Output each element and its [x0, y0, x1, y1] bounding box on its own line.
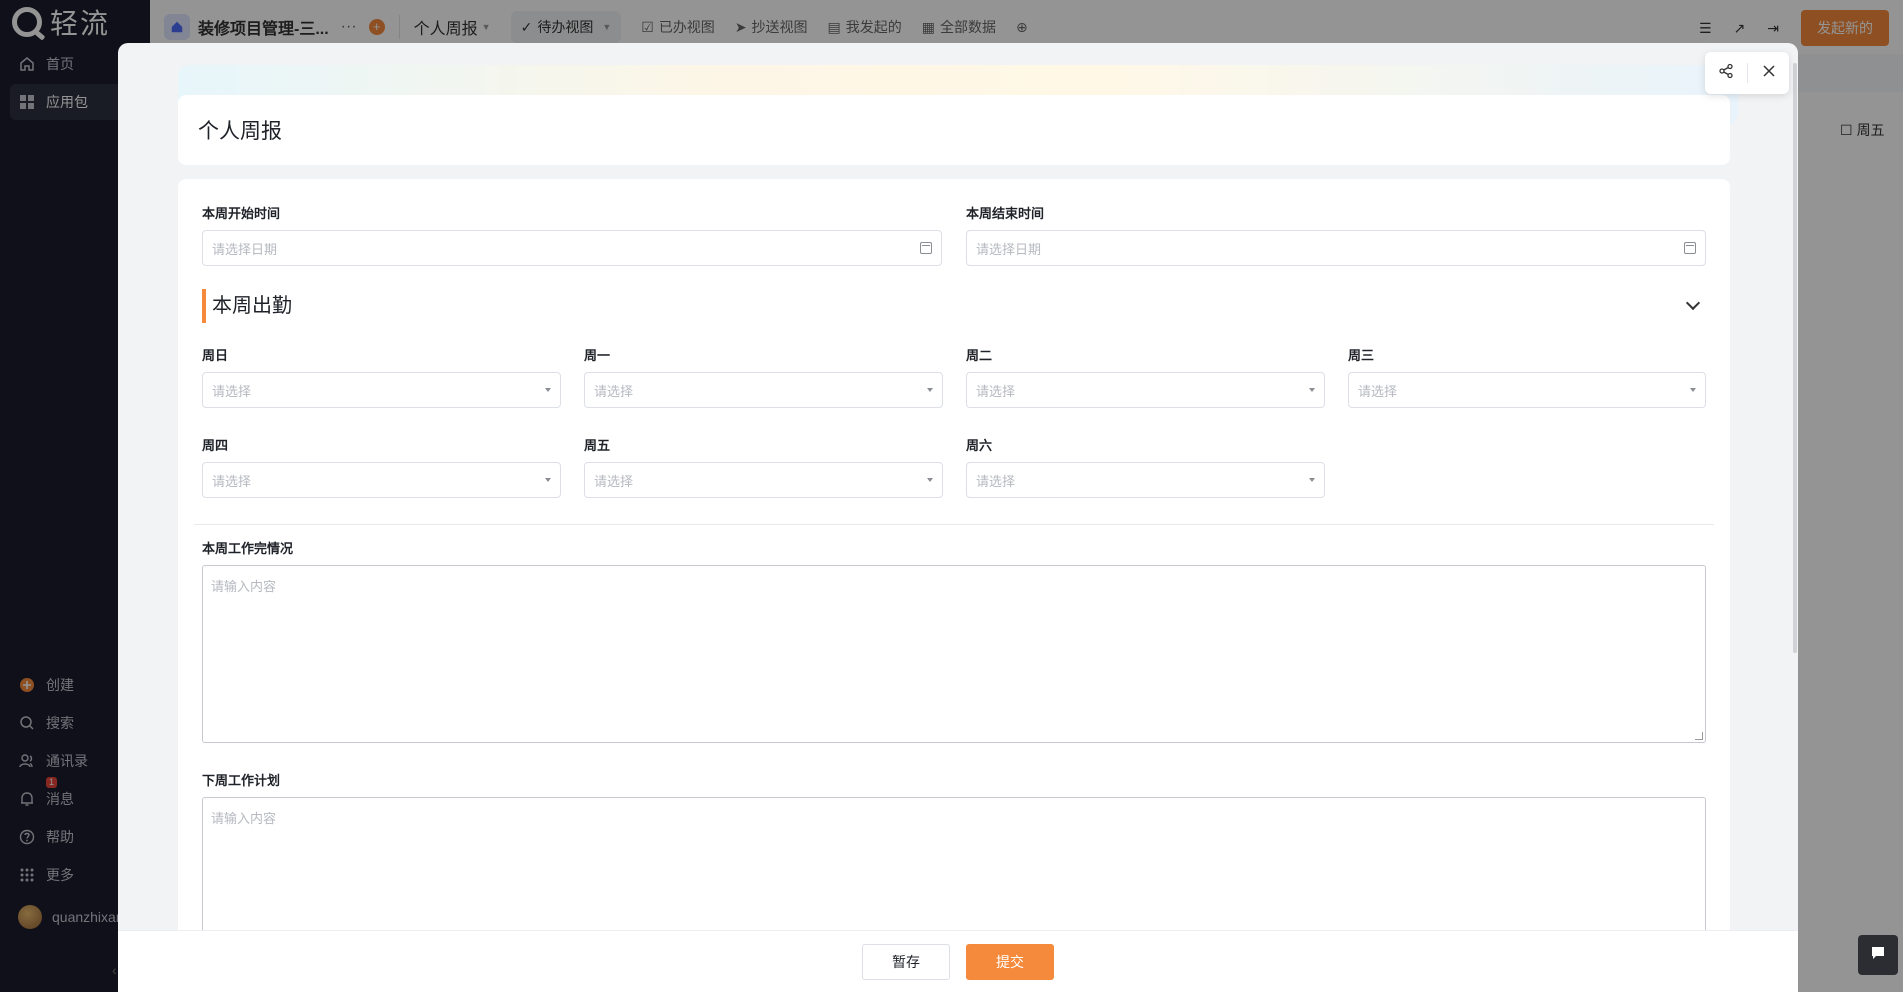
- caret-down-icon: [927, 478, 933, 482]
- caret-down-icon: [1309, 388, 1315, 392]
- save-draft-button[interactable]: 暂存: [862, 943, 950, 980]
- end-date-input[interactable]: 请选择日期: [966, 230, 1706, 266]
- day-field-wednesday: 周三 请选择: [1348, 345, 1706, 408]
- title-card: 个人周报: [178, 95, 1730, 165]
- day-field-thursday: 周四 请选择: [202, 435, 561, 498]
- modal-footer: 暂存 提交: [118, 930, 1798, 992]
- field-label: 本周结束时间: [966, 206, 1045, 221]
- day-field-sunday: 周日 请选择: [202, 345, 561, 408]
- field-label: 周六: [966, 438, 993, 453]
- chevron-down-icon[interactable]: [1685, 295, 1701, 311]
- section-title: 本周出勤: [202, 289, 292, 323]
- field-label: 下周工作计划: [202, 773, 281, 788]
- select-wednesday[interactable]: 请选择: [1348, 372, 1706, 408]
- placeholder: 请选择: [212, 383, 252, 399]
- placeholder: 请选择日期: [976, 241, 1042, 257]
- calendar-icon: [920, 242, 932, 254]
- start-date-input[interactable]: 请选择日期: [202, 230, 942, 266]
- field-label: 周三: [1348, 348, 1375, 363]
- work-done-textarea[interactable]: 请输入内容: [202, 565, 1706, 743]
- end-date-field: 本周结束时间 请选择日期: [966, 203, 1706, 266]
- select-saturday[interactable]: 请选择: [966, 462, 1325, 498]
- select-tuesday[interactable]: 请选择: [966, 372, 1325, 408]
- placeholder: 请选择: [1358, 383, 1398, 399]
- placeholder: 请选择: [594, 473, 634, 489]
- caret-down-icon: [1309, 478, 1315, 482]
- form-card: 本周开始时间 请选择日期 本周结束时间 请选择日期 本周出勤 周日 请选择 周一…: [178, 179, 1730, 930]
- next-plan-field: 下周工作计划 请输入内容: [202, 770, 1706, 930]
- next-plan-textarea[interactable]: 请输入内容: [202, 797, 1706, 930]
- placeholder: 请输入内容: [211, 811, 277, 826]
- close-icon[interactable]: [1761, 63, 1777, 84]
- form-title: 个人周报: [198, 120, 282, 143]
- placeholder: 请选择: [976, 383, 1016, 399]
- field-label: 本周工作完情况: [202, 541, 294, 556]
- field-label: 本周开始时间: [202, 206, 281, 221]
- day-field-monday: 周一 请选择: [584, 345, 943, 408]
- day-field-saturday: 周六 请选择: [966, 435, 1325, 498]
- day-field-friday: 周五 请选择: [584, 435, 943, 498]
- work-done-field: 本周工作完情况 请输入内容: [202, 538, 1706, 743]
- placeholder: 请选择: [976, 473, 1016, 489]
- caret-down-icon: [927, 388, 933, 392]
- caret-down-icon: [545, 388, 551, 392]
- select-thursday[interactable]: 请选择: [202, 462, 561, 498]
- modal-tools: [1705, 52, 1789, 94]
- submit-button[interactable]: 提交: [966, 943, 1054, 980]
- placeholder: 请选择: [594, 383, 634, 399]
- share-icon[interactable]: [1718, 63, 1734, 84]
- caret-down-icon: [1690, 388, 1696, 392]
- field-label: 周四: [202, 438, 229, 453]
- day-field-tuesday: 周二 请选择: [966, 345, 1325, 408]
- field-label: 周一: [584, 348, 611, 363]
- placeholder: 请选择: [212, 473, 252, 489]
- select-monday[interactable]: 请选择: [584, 372, 943, 408]
- chat-support-button[interactable]: [1858, 935, 1898, 975]
- placeholder: 请选择日期: [212, 241, 278, 257]
- field-label: 周二: [966, 348, 993, 363]
- caret-down-icon: [545, 478, 551, 482]
- calendar-icon: [1684, 242, 1696, 254]
- chat-icon: [1870, 945, 1886, 966]
- modal-scroll-area: 个人周报 本周开始时间 请选择日期 本周结束时间 请选择日期 本周出勤 周日 请…: [118, 43, 1798, 930]
- section-divider: [194, 524, 1714, 525]
- select-friday[interactable]: 请选择: [584, 462, 943, 498]
- scrollbar[interactable]: [1793, 63, 1797, 653]
- select-sunday[interactable]: 请选择: [202, 372, 561, 408]
- form-modal: 个人周报 本周开始时间 请选择日期 本周结束时间 请选择日期 本周出勤 周日 请…: [118, 43, 1798, 992]
- resize-handle-icon[interactable]: [1695, 732, 1703, 740]
- attendance-section-header[interactable]: 本周出勤: [202, 289, 1706, 323]
- divider: [1746, 63, 1748, 83]
- placeholder: 请输入内容: [211, 579, 277, 594]
- field-label: 周日: [202, 348, 229, 363]
- start-date-field: 本周开始时间 请选择日期: [202, 203, 942, 266]
- field-label: 周五: [584, 438, 611, 453]
